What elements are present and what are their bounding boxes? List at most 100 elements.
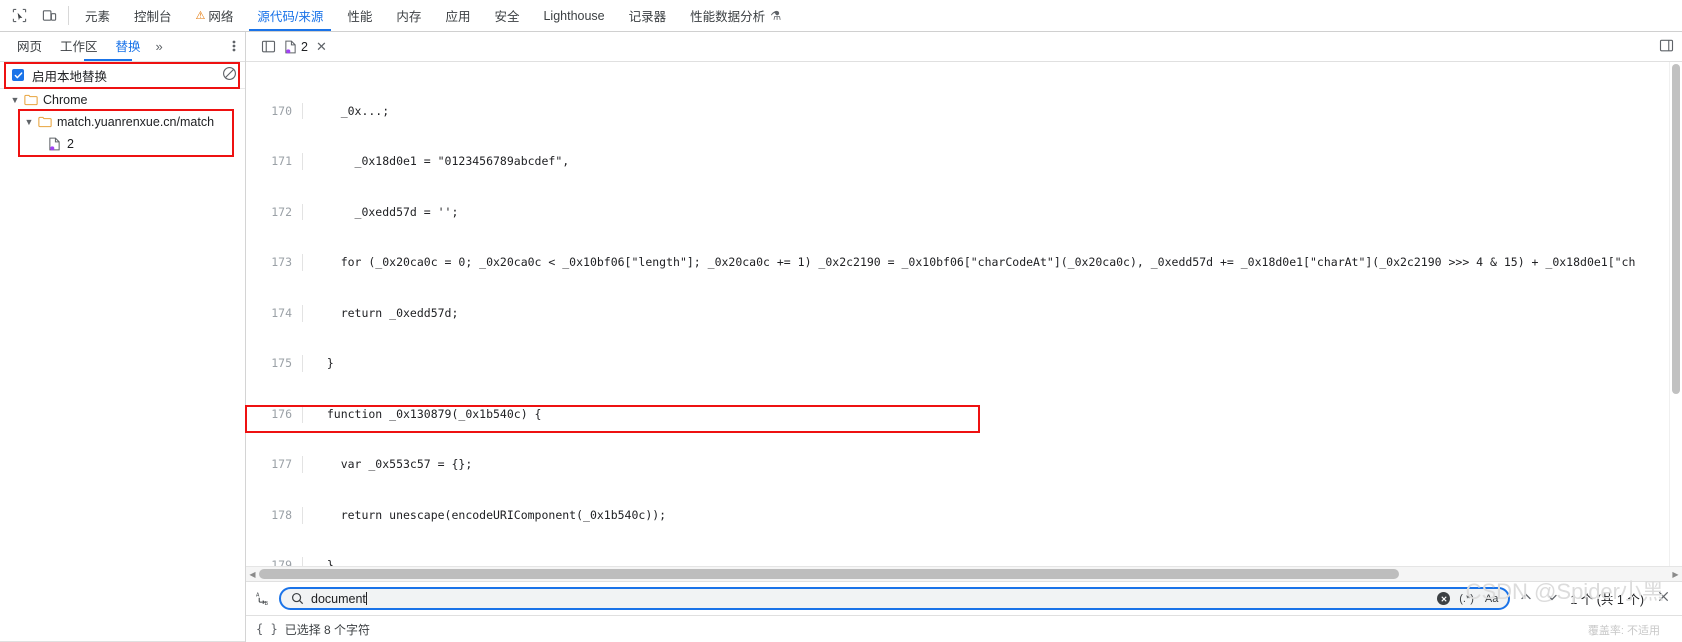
line-number: 177 — [271, 457, 292, 472]
device-toolbar-icon[interactable] — [34, 0, 64, 31]
tab-network[interactable]: ⚠ 网络 — [184, 0, 246, 31]
sidebar-item-page[interactable]: 网页 — [8, 33, 51, 61]
tab-console[interactable]: 控制台 — [122, 0, 184, 31]
code-editor[interactable]: 170 _0x...; 171 _0x18d0e1 = "0123456789a… — [246, 62, 1682, 566]
selection-status-text: 已选择 8 个字符 — [284, 622, 371, 637]
code-line[interactable]: 173 for (_0x20ca0c = 0; _0x20ca0c < _0x1… — [246, 254, 1669, 271]
line-text: return unescape(encodeURIComponent(_0x1b… — [313, 507, 667, 522]
editor-tab-bar: 2 ✕ — [246, 32, 1682, 62]
code-line[interactable]: 175 } — [246, 355, 1669, 373]
line-text: _0xedd57d = ''; — [313, 204, 459, 219]
tab-label: 性能 — [347, 10, 373, 24]
devtools-window: 元素 控制台 ⚠ 网络 源代码/来源 性能 内存 应用 安全 Lighthous… — [0, 0, 1682, 642]
scrollbar-thumb[interactable] — [259, 569, 1399, 579]
code-line[interactable]: 179 } — [246, 557, 1669, 566]
tree-node-label: match.yuanrenxue.cn/match — [57, 115, 215, 129]
pretty-print-icon[interactable]: { } — [256, 622, 278, 636]
tree-node-label: Chrome — [43, 93, 88, 107]
clear-search-icon[interactable] — [1437, 592, 1451, 605]
tab-label: 记录器 — [628, 10, 667, 24]
tab-sources[interactable]: 源代码/来源 — [245, 0, 335, 31]
tree-node-domain[interactable]: ▼ match.yuanrenxue.cn/match — [0, 111, 245, 133]
tree-node-chrome[interactable]: ▼ Chrome — [0, 89, 245, 111]
line-text: } — [313, 356, 334, 371]
expand-panel-icon[interactable] — [1659, 38, 1674, 56]
tab-label: Lighthouse — [543, 8, 605, 23]
enable-overrides-checkbox[interactable] — [12, 69, 24, 81]
code-line[interactable]: 172 _0xedd57d = ''; — [246, 203, 1669, 221]
scroll-left-arrow-icon[interactable]: ◀ — [246, 570, 259, 579]
svg-text:B: B — [265, 601, 269, 607]
sidebar-item-overrides[interactable]: 替换 — [107, 33, 150, 61]
sidebar-item-workspace[interactable]: 工作区 — [51, 33, 107, 61]
search-prev-button[interactable] — [1516, 590, 1536, 607]
tab-security[interactable]: 安全 — [482, 0, 531, 31]
code-line[interactable]: 170 _0x...; — [246, 102, 1669, 120]
inspect-element-icon[interactable] — [4, 0, 34, 31]
toolbar-divider — [68, 6, 69, 25]
close-search-icon[interactable] — [1652, 590, 1674, 607]
tab-performance-insights[interactable]: 性能数据分析 ⚗ — [678, 0, 793, 31]
tab-recorder[interactable]: 记录器 — [617, 0, 679, 31]
code-line[interactable]: 174 return _0xedd57d; — [246, 304, 1669, 322]
code-horizontal-scrollbar[interactable]: ◀ ▶ — [246, 566, 1682, 581]
line-text: for (_0x20ca0c = 0; _0x20ca0c < _0x10bf0… — [313, 255, 1636, 270]
search-input-value: document — [311, 591, 366, 606]
tree-node-file[interactable]: 2 — [0, 133, 245, 155]
clear-overrides-icon[interactable] — [222, 66, 237, 84]
tab-application[interactable]: 应用 — [433, 0, 482, 31]
js-file-icon — [46, 137, 63, 151]
match-case-toggle-button[interactable]: Aa — [1483, 593, 1500, 605]
text-caret — [365, 591, 367, 605]
tab-memory[interactable]: 内存 — [384, 0, 433, 31]
folder-icon — [22, 94, 39, 106]
code-lines: 170 _0x...; 171 _0x18d0e1 = "0123456789a… — [246, 62, 1669, 566]
tab-lighthouse[interactable]: Lighthouse — [531, 0, 616, 31]
search-next-button[interactable] — [1542, 590, 1562, 607]
line-number: 178 — [271, 507, 292, 522]
line-number: 174 — [271, 305, 292, 320]
tab-label: 安全 — [494, 10, 520, 24]
chevron-down-icon[interactable]: ▼ — [22, 117, 36, 127]
scrollbar-thumb[interactable] — [1672, 64, 1680, 394]
tab-performance[interactable]: 性能 — [335, 0, 384, 31]
show-navigator-icon[interactable] — [256, 36, 280, 58]
editor-tab-label: 2 — [301, 39, 308, 54]
tab-label: 内存 — [396, 10, 422, 24]
more-tabs-chevron-icon[interactable]: » — [150, 39, 169, 54]
sources-navigator-panel: 网页 工作区 替换 » 启用本地替换 ▼ Chrome ▼ match.yuan… — [0, 32, 246, 642]
flask-icon: ⚗ — [770, 9, 782, 23]
editor-tab-file[interactable]: 2 ✕ — [282, 39, 334, 55]
code-line[interactable]: 171 _0x18d0e1 = "0123456789abcdef", — [246, 153, 1669, 170]
code-line[interactable]: 178 return unescape(encodeURIComponent(_… — [246, 506, 1669, 524]
editor-status-bar: { } 已选择 8 个字符 — [246, 615, 1682, 642]
tab-label: 源代码/来源 — [257, 10, 324, 24]
close-icon[interactable]: ✕ — [312, 39, 331, 55]
line-text: _0x...; — [313, 103, 390, 118]
tree-node-label: 2 — [67, 137, 74, 151]
svg-text:A: A — [256, 593, 260, 599]
search-input[interactable]: document — [311, 591, 1430, 606]
tab-label: 元素 — [85, 10, 111, 24]
line-number: 175 — [271, 356, 292, 371]
replace-icon[interactable]: A B — [256, 590, 273, 607]
regex-toggle-button[interactable]: (.*) — [1457, 593, 1476, 605]
code-line[interactable]: 177 var _0x553c57 = {}; — [246, 456, 1669, 474]
navigator-menu-kebab-icon[interactable] — [232, 39, 236, 54]
line-text: _0x18d0e1 = "0123456789abcdef", — [313, 154, 570, 169]
search-input-container[interactable]: document (.*) Aa — [279, 587, 1511, 610]
code-scroll-area[interactable]: 170 _0x...; 171 _0x18d0e1 = "0123456789a… — [246, 62, 1669, 566]
enable-overrides-row[interactable]: 启用本地替换 — [0, 62, 245, 89]
code-vertical-scrollbar[interactable] — [1669, 62, 1682, 566]
line-number: 171 — [271, 154, 292, 169]
sub-tab-label: 工作区 — [60, 39, 98, 54]
search-bar: A B document (.*) Aa 1 个 (共 1 个) — [246, 581, 1682, 615]
tab-label: 性能数据分析 — [690, 10, 766, 24]
search-match-count: 1 个 (共 1 个) — [1570, 593, 1644, 607]
scroll-right-arrow-icon[interactable]: ▶ — [1669, 570, 1682, 579]
line-number: 179 — [271, 558, 292, 566]
code-line[interactable]: 176 function _0x130879(_0x1b540c) { — [246, 405, 1669, 423]
chevron-down-icon[interactable]: ▼ — [8, 95, 22, 105]
line-text: return _0xedd57d; — [313, 305, 459, 320]
tab-elements[interactable]: 元素 — [73, 0, 122, 31]
